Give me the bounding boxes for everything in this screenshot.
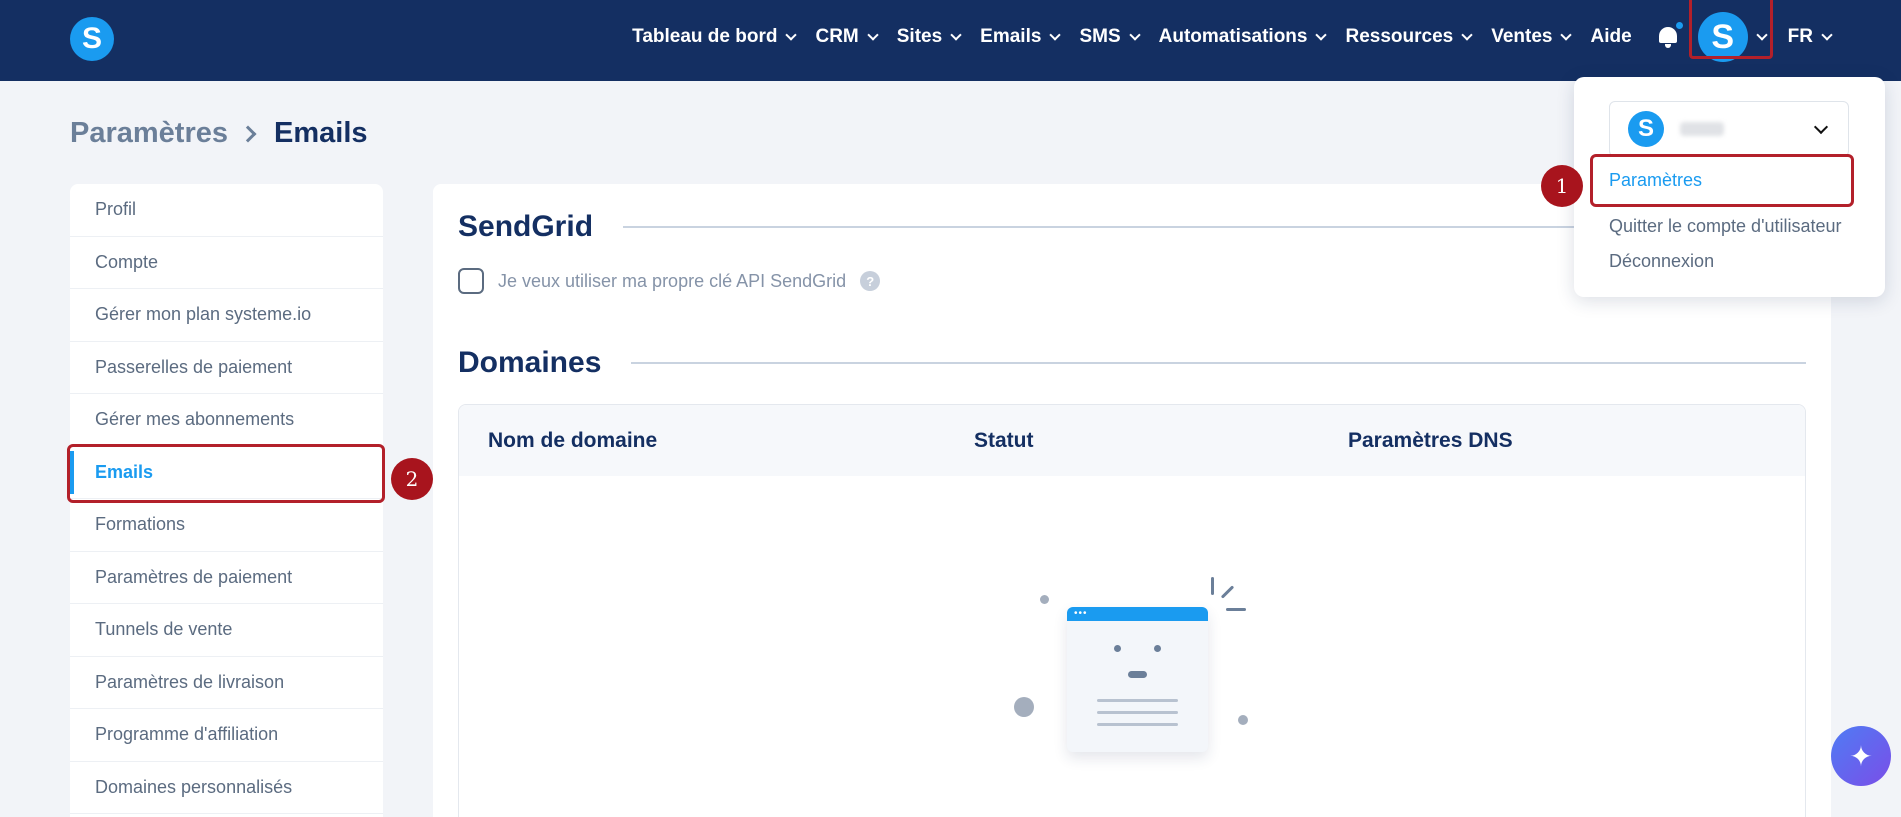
nav-label: Automatisations [1158, 26, 1308, 47]
bell-icon[interactable] [1656, 21, 1684, 49]
sparkle-icon [1226, 608, 1246, 611]
chevron-down-icon [950, 28, 962, 41]
sendgrid-title: SendGrid [458, 210, 594, 243]
nav-label: SMS [1079, 26, 1121, 47]
nav-label: Sites [896, 26, 943, 47]
chevron-down-icon [785, 28, 798, 41]
chevron-down-icon [1560, 28, 1573, 41]
column-header-status: Statut [974, 428, 1034, 452]
main-nav: Tableau de bord CRM Sites Emails SMS Aut… [632, 0, 1901, 74]
account-selector[interactable]: S [1609, 101, 1849, 157]
sidebar-item-parametres-paiement[interactable]: Paramètres de paiement [70, 552, 383, 604]
text-line [1097, 711, 1178, 714]
nav-label: Ventes [1491, 26, 1553, 47]
nav-label: Aide [1590, 26, 1632, 47]
breadcrumb: Paramètres Emails [70, 117, 368, 150]
ai-assistant-button[interactable]: ✦ [1831, 726, 1891, 786]
face-mouth [1128, 671, 1147, 678]
nav-crm[interactable]: CRM [815, 26, 879, 48]
table-header: Nom de domaine Statut Paramètres DNS [459, 405, 1805, 476]
nav-sites[interactable]: Sites [896, 26, 962, 48]
divider [631, 362, 1806, 364]
empty-state-illustration: ••• [1000, 570, 1260, 770]
sparkle-icon: ✦ [1849, 740, 1873, 772]
user-menu-toggle[interactable]: S [1688, 0, 1773, 62]
sidebar-item-abonnements[interactable]: Gérer mes abonnements [70, 394, 383, 447]
sidebar-item-passerelles[interactable]: Passerelles de paiement [70, 342, 383, 394]
chevron-down-icon [1813, 119, 1829, 135]
chevron-down-icon [1049, 28, 1062, 41]
sidebar-item-plan[interactable]: Gérer mon plan systeme.io [70, 289, 383, 342]
decor-dot [1014, 697, 1034, 717]
text-line [1097, 699, 1178, 702]
sendgrid-api-label[interactable]: Je veux utiliser ma propre clé API SendG… [498, 271, 846, 292]
card-header: ••• [1067, 607, 1208, 621]
chevron-down-icon [1821, 28, 1833, 41]
sendgrid-api-option: Je veux utiliser ma propre clé API SendG… [458, 268, 881, 294]
page-title: Emails [274, 117, 368, 149]
nav-label: Tableau de bord [632, 26, 778, 47]
column-header-domain: Nom de domaine [488, 428, 658, 452]
nav-sms[interactable]: SMS [1079, 26, 1141, 48]
nav-label: Ressources [1345, 26, 1454, 47]
chevron-down-icon [1128, 28, 1141, 41]
menu-item-deconnexion[interactable]: Déconnexion [1609, 251, 1714, 272]
sidebar-item-livraison[interactable]: Paramètres de livraison [70, 657, 383, 709]
parametres-highlight-box [1590, 154, 1854, 207]
sparkle-icon [1220, 585, 1235, 599]
sidebar-item-compte[interactable]: Compte [70, 237, 383, 289]
sidebar-item-profil[interactable]: Profil [70, 184, 383, 237]
bell-clapper [1664, 44, 1671, 48]
step-badge-1: 1 [1541, 165, 1583, 207]
domains-title: Domaines [458, 346, 602, 379]
decor-dot [1040, 595, 1049, 604]
bell-body [1658, 27, 1677, 43]
face-eye [1114, 645, 1121, 652]
column-header-dns: Paramètres DNS [1348, 428, 1513, 452]
language-selector[interactable]: FR [1787, 26, 1833, 48]
domains-section-header: Domaines [458, 346, 1806, 380]
nav-automatisations[interactable]: Automatisations [1158, 26, 1328, 48]
systeme-logo-icon[interactable]: S [70, 17, 114, 61]
sidebar-item-formations[interactable]: Formations [70, 499, 383, 552]
window-dots-icon: ••• [1074, 608, 1088, 619]
step-badge-2: 2 [391, 458, 433, 500]
language-label: FR [1787, 26, 1813, 47]
nav-label: CRM [815, 26, 859, 47]
nav-aide[interactable]: Aide [1590, 26, 1631, 48]
help-icon[interactable]: ? [860, 271, 881, 291]
nav-tableau-de-bord[interactable]: Tableau de bord [632, 26, 798, 48]
nav-ventes[interactable]: Ventes [1491, 26, 1573, 48]
top-navbar: S Tableau de bord CRM Sites Emails SMS A… [0, 0, 1901, 81]
avatar-highlight-box [1688, 0, 1773, 59]
breadcrumb-parent[interactable]: Paramètres [70, 117, 228, 150]
sidebar-item-tunnels[interactable]: Tunnels de vente [70, 604, 383, 657]
empty-document-icon: ••• [1067, 607, 1208, 752]
account-avatar: S [1628, 111, 1664, 147]
sidebar-item-domaines[interactable]: Domaines personnalisés [70, 762, 383, 814]
chevron-down-icon [867, 28, 879, 41]
menu-item-quitter-compte[interactable]: Quitter le compte d'utilisateur [1609, 216, 1842, 237]
sidebar-item-affiliation[interactable]: Programme d'affiliation [70, 709, 383, 762]
sendgrid-api-checkbox[interactable] [458, 268, 484, 294]
nav-label: Emails [980, 26, 1042, 47]
notification-dot [1674, 21, 1684, 30]
redacted-account-name [1680, 122, 1724, 136]
chevron-down-icon [1315, 28, 1328, 41]
sparkle-icon [1211, 577, 1214, 595]
chevron-down-icon [1461, 28, 1473, 41]
nav-emails[interactable]: Emails [980, 26, 1062, 48]
emails-highlight-box [67, 444, 385, 503]
chevron-right-icon [239, 125, 257, 142]
decor-dot [1238, 715, 1248, 725]
face-eye [1154, 645, 1161, 652]
text-line [1097, 723, 1178, 726]
nav-ressources[interactable]: Ressources [1345, 26, 1473, 48]
